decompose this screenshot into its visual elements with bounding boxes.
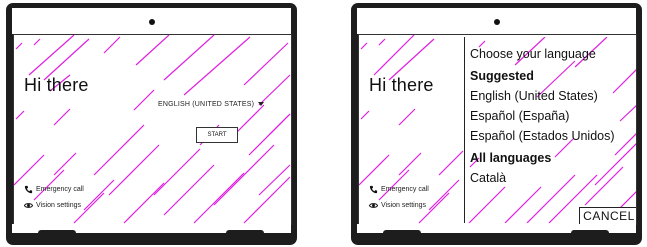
screen-marks bbox=[14, 35, 291, 224]
top-bezel bbox=[357, 8, 636, 34]
top-bezel bbox=[12, 8, 291, 34]
greeting-heading: Hi there bbox=[24, 75, 89, 95]
language-option[interactable]: English (United States) bbox=[470, 89, 598, 103]
emergency-call-button[interactable]: Emergency call bbox=[24, 185, 84, 194]
vision-settings-label: Vision settings bbox=[381, 202, 427, 209]
screen: Hi there Emergency call Vision settings bbox=[358, 34, 637, 225]
caret-down-icon bbox=[258, 102, 265, 107]
vision-settings-button[interactable]: Vision settings bbox=[24, 201, 81, 210]
language-option[interactable]: Español (Estados Unidos) bbox=[470, 129, 615, 143]
stand-foot-right bbox=[571, 230, 609, 236]
vision-settings-button[interactable]: Vision settings bbox=[369, 201, 426, 210]
emergency-call-button[interactable]: Emergency call bbox=[369, 185, 429, 194]
device-right: Hi there Emergency call Vision settings bbox=[351, 3, 642, 245]
emergency-call-label: Emergency call bbox=[381, 186, 429, 193]
device-left: Hi there ENGLISH (UNITED STATES) START E… bbox=[6, 3, 297, 245]
cancel-button[interactable]: CANCEL bbox=[579, 207, 636, 224]
language-selector[interactable]: ENGLISH (UNITED STATES) bbox=[158, 101, 265, 108]
language-picker-title: Choose your language bbox=[470, 47, 596, 61]
screen: Hi there ENGLISH (UNITED STATES) START E… bbox=[13, 34, 292, 225]
vision-settings-label: Vision settings bbox=[36, 202, 82, 209]
stand-foot-left bbox=[38, 230, 76, 236]
language-selector-label: ENGLISH (UNITED STATES) bbox=[158, 101, 255, 108]
stand-foot-right bbox=[226, 230, 264, 236]
camera-icon bbox=[148, 19, 155, 25]
eye-icon bbox=[24, 203, 33, 208]
suggested-heading: Suggested bbox=[470, 69, 534, 83]
emergency-call-label: Emergency call bbox=[36, 186, 84, 193]
eye-icon bbox=[369, 203, 378, 208]
all-languages-heading: All languages bbox=[470, 151, 552, 165]
language-picker-panel: Choose your language Suggested English (… bbox=[464, 37, 636, 224]
start-button[interactable]: START bbox=[196, 127, 238, 143]
greeting-heading: Hi there bbox=[369, 75, 434, 95]
phone-icon bbox=[24, 185, 33, 194]
stand-foot-left bbox=[383, 230, 421, 236]
language-option[interactable]: Català bbox=[470, 171, 506, 185]
language-option[interactable]: Español (España) bbox=[470, 109, 569, 123]
phone-icon bbox=[369, 185, 378, 194]
camera-icon bbox=[493, 19, 500, 25]
